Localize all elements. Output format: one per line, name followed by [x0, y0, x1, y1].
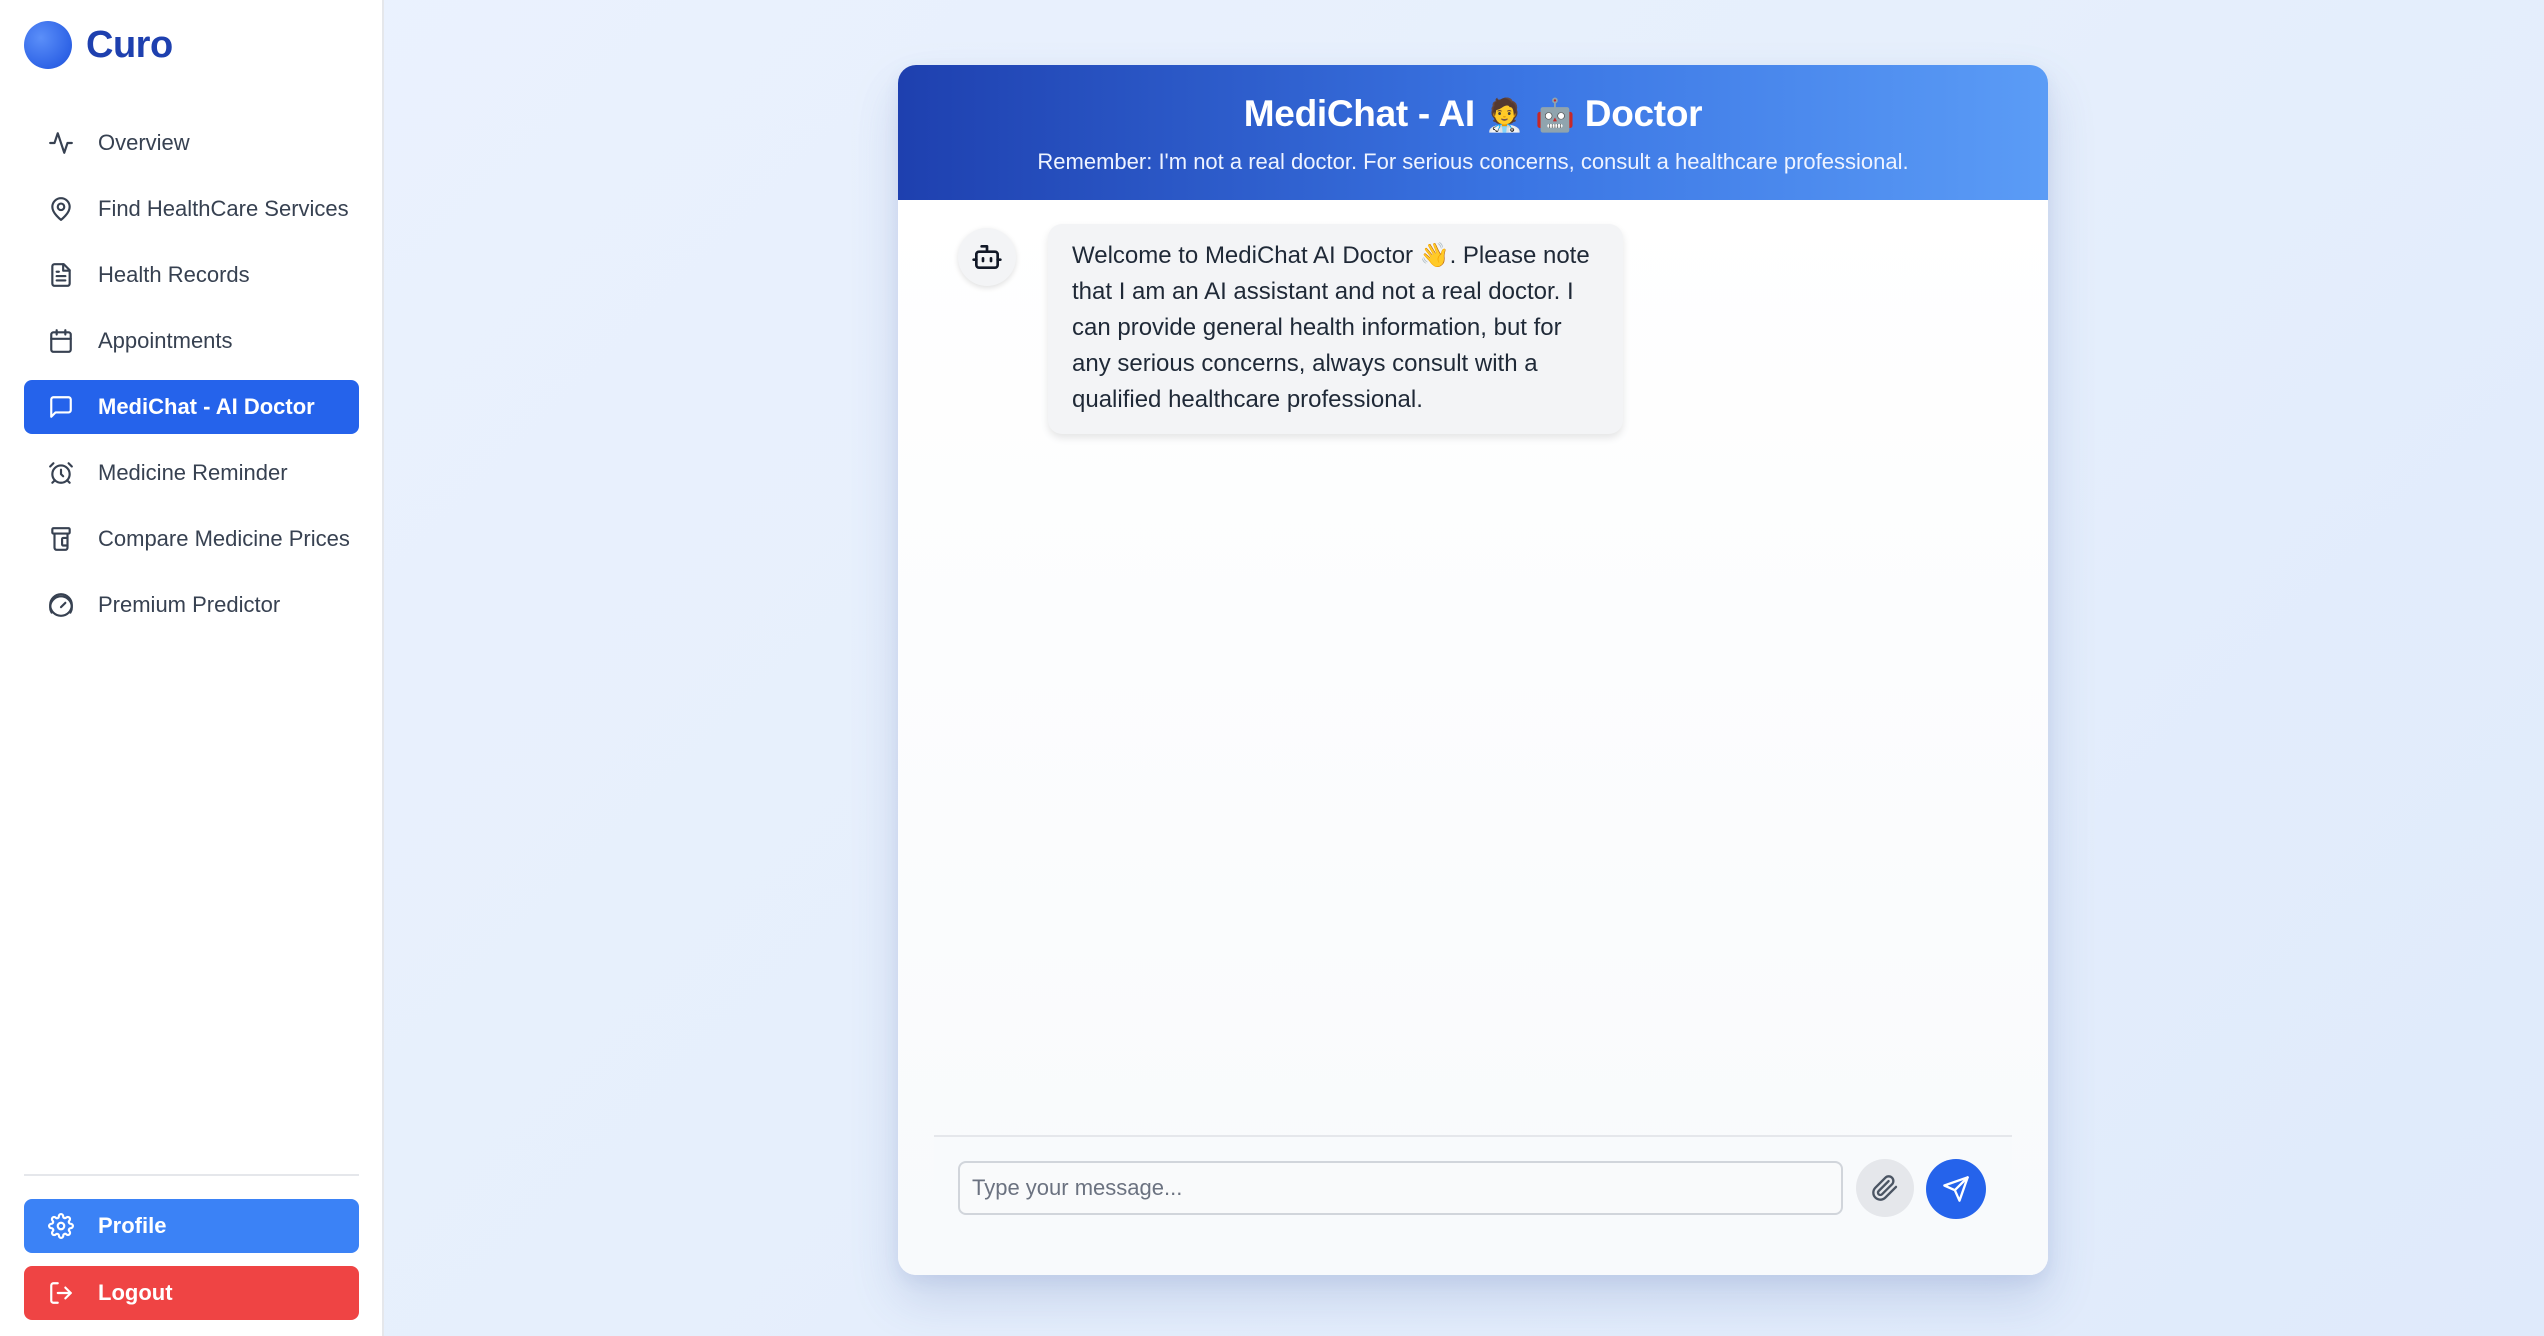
calendar-icon	[48, 328, 74, 354]
message-square-icon	[48, 394, 74, 420]
chat-title-prefix: MediChat - AI	[1243, 93, 1475, 134]
sidebar-divider	[24, 1174, 359, 1176]
profile-button[interactable]: Profile	[24, 1199, 359, 1253]
gauge-icon	[48, 592, 74, 618]
send-icon	[1942, 1175, 1970, 1203]
chat-disclaimer: Remember: I'm not a real doctor. For ser…	[1037, 149, 1909, 174]
sidebar-item-label: Compare Medicine Prices	[98, 526, 350, 551]
chat-messages: Welcome to MediChat AI Doctor 👋. Please …	[898, 200, 2048, 1275]
brand[interactable]: Curo	[24, 20, 173, 70]
sidebar-item-medichat-ai-doctor[interactable]: MediChat - AI Doctor	[24, 380, 359, 434]
map-pin-icon	[48, 196, 74, 222]
attach-button[interactable]	[1856, 1159, 1914, 1217]
logout-button-label: Logout	[98, 1280, 173, 1305]
sidebar: Curo Overview Find HealthCare Services H…	[0, 0, 384, 1336]
brand-logo-icon	[24, 21, 72, 69]
alarm-clock-icon	[48, 460, 74, 486]
bot-icon	[971, 241, 1003, 273]
chat-panel: MediChat - AI 🧑‍⚕️ 🤖 Doctor Remember: I'…	[898, 65, 2048, 1275]
sidebar-item-label: Find HealthCare Services	[98, 196, 349, 221]
doctor-robot-emoji-icon: 🧑‍⚕️ 🤖	[1484, 96, 1575, 134]
activity-icon	[48, 130, 74, 156]
sidebar-item-premium-predictor[interactable]: Premium Predictor	[24, 578, 359, 632]
bot-message-bubble: Welcome to MediChat AI Doctor 👋. Please …	[1048, 224, 1623, 434]
chat-title: MediChat - AI 🧑‍⚕️ 🤖 Doctor	[898, 93, 2048, 135]
sidebar-nav: Overview Find HealthCare Services Health…	[24, 116, 359, 644]
sidebar-item-compare-medicine-prices[interactable]: Compare Medicine Prices	[24, 512, 359, 566]
chat-header: MediChat - AI 🧑‍⚕️ 🤖 Doctor Remember: I'…	[898, 65, 2048, 200]
sidebar-item-label: Medicine Reminder	[98, 460, 288, 485]
profile-button-label: Profile	[98, 1213, 167, 1238]
logout-icon	[48, 1280, 74, 1306]
bot-avatar	[958, 228, 1016, 286]
sidebar-item-medicine-reminder[interactable]: Medicine Reminder	[24, 446, 359, 500]
gear-icon	[48, 1213, 74, 1239]
paperclip-icon	[1871, 1174, 1899, 1202]
message-input[interactable]	[958, 1161, 1843, 1215]
logout-button[interactable]: Logout	[24, 1266, 359, 1320]
sidebar-item-label: Appointments	[98, 328, 233, 353]
sidebar-item-find-healthcare-services[interactable]: Find HealthCare Services	[24, 182, 359, 236]
sidebar-item-label: Overview	[98, 130, 190, 155]
message-composer	[934, 1135, 2012, 1237]
pill-bottle-icon	[48, 526, 74, 552]
file-text-icon	[48, 262, 74, 288]
brand-name: Curo	[86, 23, 173, 66]
chat-title-suffix: Doctor	[1584, 93, 1703, 134]
sidebar-item-label: Premium Predictor	[98, 592, 281, 617]
sidebar-item-label: Health Records	[98, 262, 250, 287]
sidebar-item-health-records[interactable]: Health Records	[24, 248, 359, 302]
sidebar-item-overview[interactable]: Overview	[24, 116, 359, 170]
sidebar-item-appointments[interactable]: Appointments	[24, 314, 359, 368]
sidebar-item-label: MediChat - AI Doctor	[98, 394, 315, 419]
send-button[interactable]	[1926, 1159, 1986, 1219]
